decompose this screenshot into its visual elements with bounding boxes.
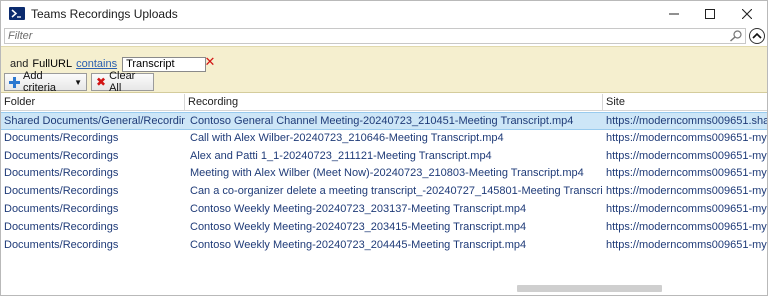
maximize-icon	[705, 9, 715, 19]
site-cell: https://moderncomms009651.share	[606, 115, 767, 127]
criteria-operator-link[interactable]: contains	[76, 58, 117, 70]
recording-cell: Contoso Weekly Meeting-20240723_204445-M…	[190, 238, 527, 251]
powershell-icon	[9, 7, 25, 20]
table-row[interactable]: Documents/Recordings Can a co-organizer d…	[1, 183, 767, 201]
recording-cell: Can a co-organizer delete a meeting tran…	[190, 185, 602, 198]
recording-cell: Meeting with Alex Wilber (Meet Now)-2024…	[190, 167, 584, 180]
folder-cell: Documents/Recordings	[4, 203, 119, 215]
site-cell: https://moderncomms009651-my.s	[606, 185, 767, 198]
folder-cell: Documents/Recordings	[4, 185, 119, 198]
table-row[interactable]: Documents/Recordings Contoso Weekly Meeti…	[1, 219, 767, 237]
remove-criteria-icon[interactable]: ✕	[204, 55, 216, 69]
site-cell: https://moderncomms009651-my.s	[606, 131, 767, 144]
folder-cell: Documents/Recordings	[4, 167, 119, 180]
dropdown-arrow-icon: ▼	[74, 77, 82, 87]
close-icon	[742, 9, 752, 19]
recording-cell: Contoso Weekly Meeting-20240723_203137-M…	[190, 203, 527, 215]
table-row[interactable]: Documents/Recordings Alex and Patti 1_1-2…	[1, 148, 767, 166]
site-cell: https://moderncomms009651-my.s	[606, 238, 767, 251]
site-cell: https://moderncomms009651-my.s	[606, 203, 767, 215]
filter-input[interactable]	[4, 28, 746, 44]
table-row[interactable]: Documents/Recordings Call with Alex Wilbe…	[1, 130, 767, 148]
scrollbar-thumb[interactable]	[517, 285, 662, 292]
app-window: Teams Recordings Uploads and FullURL con…	[0, 0, 768, 296]
grid-header: Folder Recording Site	[1, 94, 767, 111]
table-row[interactable]: Shared Documents/General/Recordings Conto…	[1, 112, 767, 130]
criteria-field: FullURL	[32, 58, 73, 70]
title-bar: Teams Recordings Uploads	[1, 1, 767, 27]
add-criteria-button[interactable]: Add criteria ▼	[4, 70, 87, 94]
minimize-button[interactable]	[655, 1, 693, 27]
recording-cell: Contoso Weekly Meeting-20240723_203415-M…	[190, 220, 527, 233]
recordings-grid: Folder Recording Site Shared Documents/G…	[1, 94, 767, 280]
table-row[interactable]: Documents/Recordings Contoso Weekly Meeti…	[1, 237, 767, 255]
collapse-criteria-button[interactable]	[749, 28, 765, 44]
maximize-button[interactable]	[691, 1, 729, 27]
clear-all-button[interactable]: ✖ Clear All	[91, 70, 154, 94]
site-cell: https://moderncomms009651-my.s	[606, 149, 767, 162]
folder-cell: Documents/Recordings	[4, 131, 119, 144]
criteria-conjunction: and	[10, 58, 29, 70]
column-header-folder[interactable]: Folder	[1, 94, 185, 111]
folder-cell: Documents/Recordings	[4, 238, 119, 251]
chevron-up-icon	[752, 32, 762, 39]
minimize-icon	[669, 13, 679, 15]
table-row[interactable]: Documents/Recordings Meeting with Alex Wi…	[1, 165, 767, 183]
recording-cell: Contoso General Channel Meeting-20240723…	[190, 115, 574, 127]
site-cell: https://moderncomms009651-my.s	[606, 167, 767, 180]
recording-cell: Call with Alex Wilber-20240723_210646-Me…	[190, 131, 504, 144]
column-header-recording[interactable]: Recording	[185, 94, 603, 111]
plus-icon	[9, 76, 20, 88]
folder-cell: Documents/Recordings	[4, 220, 119, 233]
clear-icon: ✖	[96, 75, 107, 89]
column-header-site[interactable]: Site	[603, 94, 767, 111]
clear-all-label: Clear All	[109, 70, 136, 94]
horizontal-scrollbar[interactable]	[1, 280, 767, 295]
search-icon[interactable]	[729, 30, 743, 42]
site-cell: https://moderncomms009651-my.s	[606, 220, 767, 233]
folder-cell: Shared Documents/General/Recordings	[4, 115, 185, 127]
add-criteria-label: Add criteria	[23, 70, 57, 94]
criteria-panel: and FullURL contains ✕ Add criteria ▼ ✖ …	[1, 46, 767, 94]
window-title: Teams Recordings Uploads	[31, 7, 178, 21]
table-row[interactable]: Documents/Recordings Contoso Weekly Meeti…	[1, 201, 767, 219]
close-button[interactable]	[728, 1, 766, 27]
filter-bar	[4, 28, 766, 45]
folder-cell: Documents/Recordings	[4, 149, 119, 162]
recording-cell: Alex and Patti 1_1-20240723_211121-Meeti…	[190, 149, 492, 162]
